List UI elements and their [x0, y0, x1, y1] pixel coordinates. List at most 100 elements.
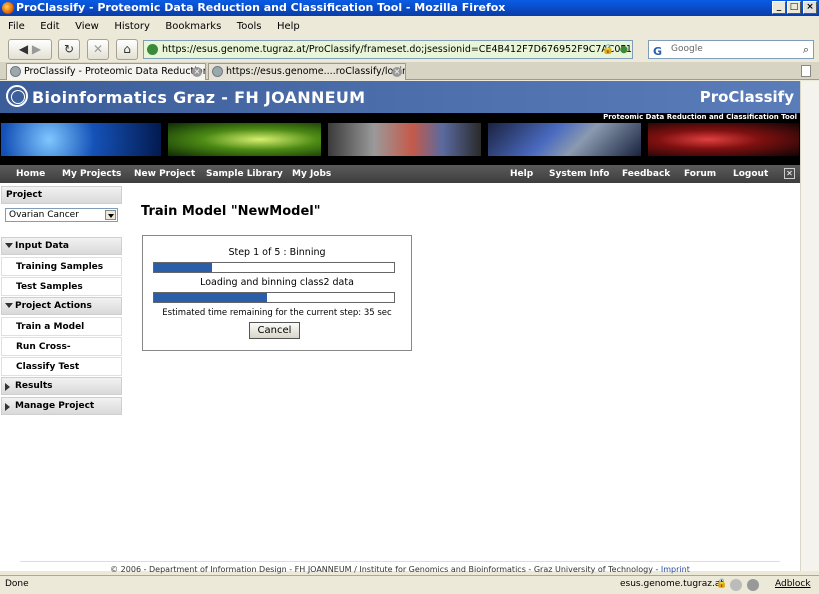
menu-tools[interactable]: Tools	[237, 21, 262, 32]
collapsed-arrow-icon	[5, 403, 10, 411]
step-label: Step 1 of 5 : Binning	[228, 247, 326, 258]
nav-sample-library[interactable]: Sample Library	[206, 165, 283, 183]
footer: © 2006 - Department of Information Desig…	[0, 565, 800, 574]
nav-system-info[interactable]: System Info	[549, 165, 609, 183]
sidebar-item-classify-test-samples[interactable]: Classify Test Samples	[1, 357, 122, 390]
forward-arrow-icon[interactable]: ▶	[32, 42, 41, 56]
app-name: ProClassify	[699, 88, 794, 106]
home-icon: ⌂	[123, 42, 131, 56]
tab-proclassify[interactable]: ProClassify - Proteomic Data Reduction a…	[6, 63, 206, 80]
menu-bookmarks[interactable]: Bookmarks	[165, 21, 221, 32]
main-navigation: Home My Projects New Project Sample Libr…	[0, 165, 800, 183]
adblock-label[interactable]: Adblock	[775, 576, 811, 593]
window-title: ProClassify - Proteomic Data Reduction a…	[16, 1, 506, 14]
minimize-button[interactable]: _	[772, 1, 786, 14]
tab-close-icon[interactable]: ×	[192, 67, 202, 77]
sidebar-project-header: Project	[1, 186, 122, 204]
collapsed-arrow-icon	[5, 383, 10, 391]
sidebar-section-label[interactable]: Input Data	[15, 241, 69, 251]
nav-my-jobs[interactable]: My Jobs	[292, 165, 331, 183]
tab-close-icon[interactable]: ×	[392, 67, 402, 77]
page-title: Train Model "NewModel"	[141, 204, 321, 219]
subtitle-bar: Proteomic Data Reduction and Classificat…	[0, 113, 800, 122]
window-title-bar: ProClassify - Proteomic Data Reduction a…	[0, 0, 819, 16]
step-progress-bar	[153, 262, 395, 273]
status-bar: Done esus.genome.tugraz.at 🔒 Adblock	[0, 575, 819, 594]
sidebar-results[interactable]: Results	[1, 377, 122, 395]
url-bar[interactable]: https://esus.genome.tugraz.at/ProClassif…	[143, 40, 633, 59]
search-icon[interactable]: ⌕	[803, 41, 809, 58]
nav-home[interactable]: Home	[16, 165, 45, 183]
project-select[interactable]: Ovarian Cancer	[5, 208, 118, 222]
sidebar-item-test-samples[interactable]: Test Samples	[1, 277, 122, 296]
logo-icon	[6, 85, 28, 107]
tab-favicon-icon	[10, 66, 21, 77]
go-icon[interactable]: ●	[620, 41, 628, 58]
circuit-board-image	[488, 123, 641, 156]
progress-panel: Step 1 of 5 : Binning Loading and binnin…	[142, 235, 412, 351]
test-tubes-image	[328, 123, 481, 156]
adblock-icon[interactable]	[747, 579, 759, 591]
reload-button[interactable]: ↻	[58, 39, 80, 60]
task-label: Loading and binning class2 data	[200, 277, 354, 288]
maximize-button[interactable]: □	[787, 1, 801, 14]
cancel-button[interactable]: Cancel	[249, 322, 300, 339]
tab-favicon-icon	[212, 66, 223, 77]
stop-icon: ✕	[92, 42, 104, 56]
tab-login[interactable]: https://esus.genome....roClassify/login.…	[208, 63, 406, 80]
sidebar-item-train-model[interactable]: Train a Model	[1, 317, 122, 336]
chevron-down-icon[interactable]	[105, 210, 116, 220]
expanded-arrow-icon	[5, 243, 13, 248]
fiber-optic-image	[1, 123, 161, 156]
firefox-icon	[2, 2, 14, 14]
reload-icon: ↻	[63, 42, 75, 56]
back-arrow-icon[interactable]: ◀	[19, 42, 28, 56]
banner-images	[0, 122, 800, 157]
tab-bar: ProClassify - Proteomic Data Reduction a…	[0, 62, 819, 80]
sidebar-section-label[interactable]: Project Actions	[15, 301, 92, 311]
imprint-link[interactable]: Imprint	[661, 565, 690, 574]
menu-help[interactable]: Help	[277, 21, 300, 32]
site-identity-icon[interactable]	[147, 44, 158, 55]
back-forward-button[interactable]: ◀ ▶	[8, 39, 52, 60]
status-indicator-icon[interactable]	[730, 579, 742, 591]
menu-history[interactable]: History	[114, 21, 150, 32]
nav-forum[interactable]: Forum	[684, 165, 716, 183]
nav-my-projects[interactable]: My Projects	[62, 165, 121, 183]
home-button[interactable]: ⌂	[116, 39, 138, 60]
tab-label[interactable]: https://esus.genome....roClassify/login.…	[226, 66, 405, 77]
vertical-scrollbar[interactable]	[800, 81, 819, 571]
google-icon[interactable]: G	[653, 43, 662, 60]
step-progress-fill	[154, 263, 212, 272]
sidebar-item-training-samples[interactable]: Training Samples	[1, 257, 122, 276]
close-button[interactable]: ×	[803, 1, 817, 14]
search-box[interactable]: G Google ⌕	[648, 40, 814, 59]
status-host: esus.genome.tugraz.at	[620, 579, 724, 589]
brand-title: Bioinformatics Graz - FH JOANNEUM	[32, 88, 366, 107]
footer-divider	[20, 561, 780, 562]
nav-new-project[interactable]: New Project	[134, 165, 195, 183]
nav-help[interactable]: Help	[510, 165, 533, 183]
new-tab-icon[interactable]	[801, 65, 811, 77]
sidebar-item-cross-validation[interactable]: Run Cross-Validation	[1, 337, 122, 370]
menu-file[interactable]: File	[8, 21, 25, 32]
tab-label[interactable]: ProClassify - Proteomic Data Reduction a…	[24, 66, 205, 77]
lock-icon: 🔒	[602, 44, 614, 55]
fullscreen-icon[interactable]: ✕	[784, 168, 795, 179]
menu-edit[interactable]: Edit	[40, 21, 59, 32]
lock-icon[interactable]: 🔒	[716, 576, 727, 593]
sidebar-input-data[interactable]: Input Data	[1, 237, 122, 255]
nav-feedback[interactable]: Feedback	[622, 165, 670, 183]
sidebar-section-label[interactable]: Results	[15, 381, 53, 391]
lab-glass-image	[168, 123, 321, 156]
menu-view[interactable]: View	[75, 21, 99, 32]
sidebar-project-actions[interactable]: Project Actions	[1, 297, 122, 315]
app-subtitle: Proteomic Data Reduction and Classificat…	[603, 113, 797, 121]
sidebar-manage-project[interactable]: Manage Project	[1, 397, 122, 415]
project-select-value[interactable]: Ovarian Cancer	[9, 210, 79, 220]
url-text[interactable]: https://esus.genome.tugraz.at/ProClassif…	[162, 44, 632, 55]
nav-logout[interactable]: Logout	[733, 165, 768, 183]
sidebar-section-label[interactable]: Manage Project	[15, 401, 94, 411]
search-placeholder[interactable]: Google	[671, 44, 703, 54]
stop-button[interactable]: ✕	[87, 39, 109, 60]
